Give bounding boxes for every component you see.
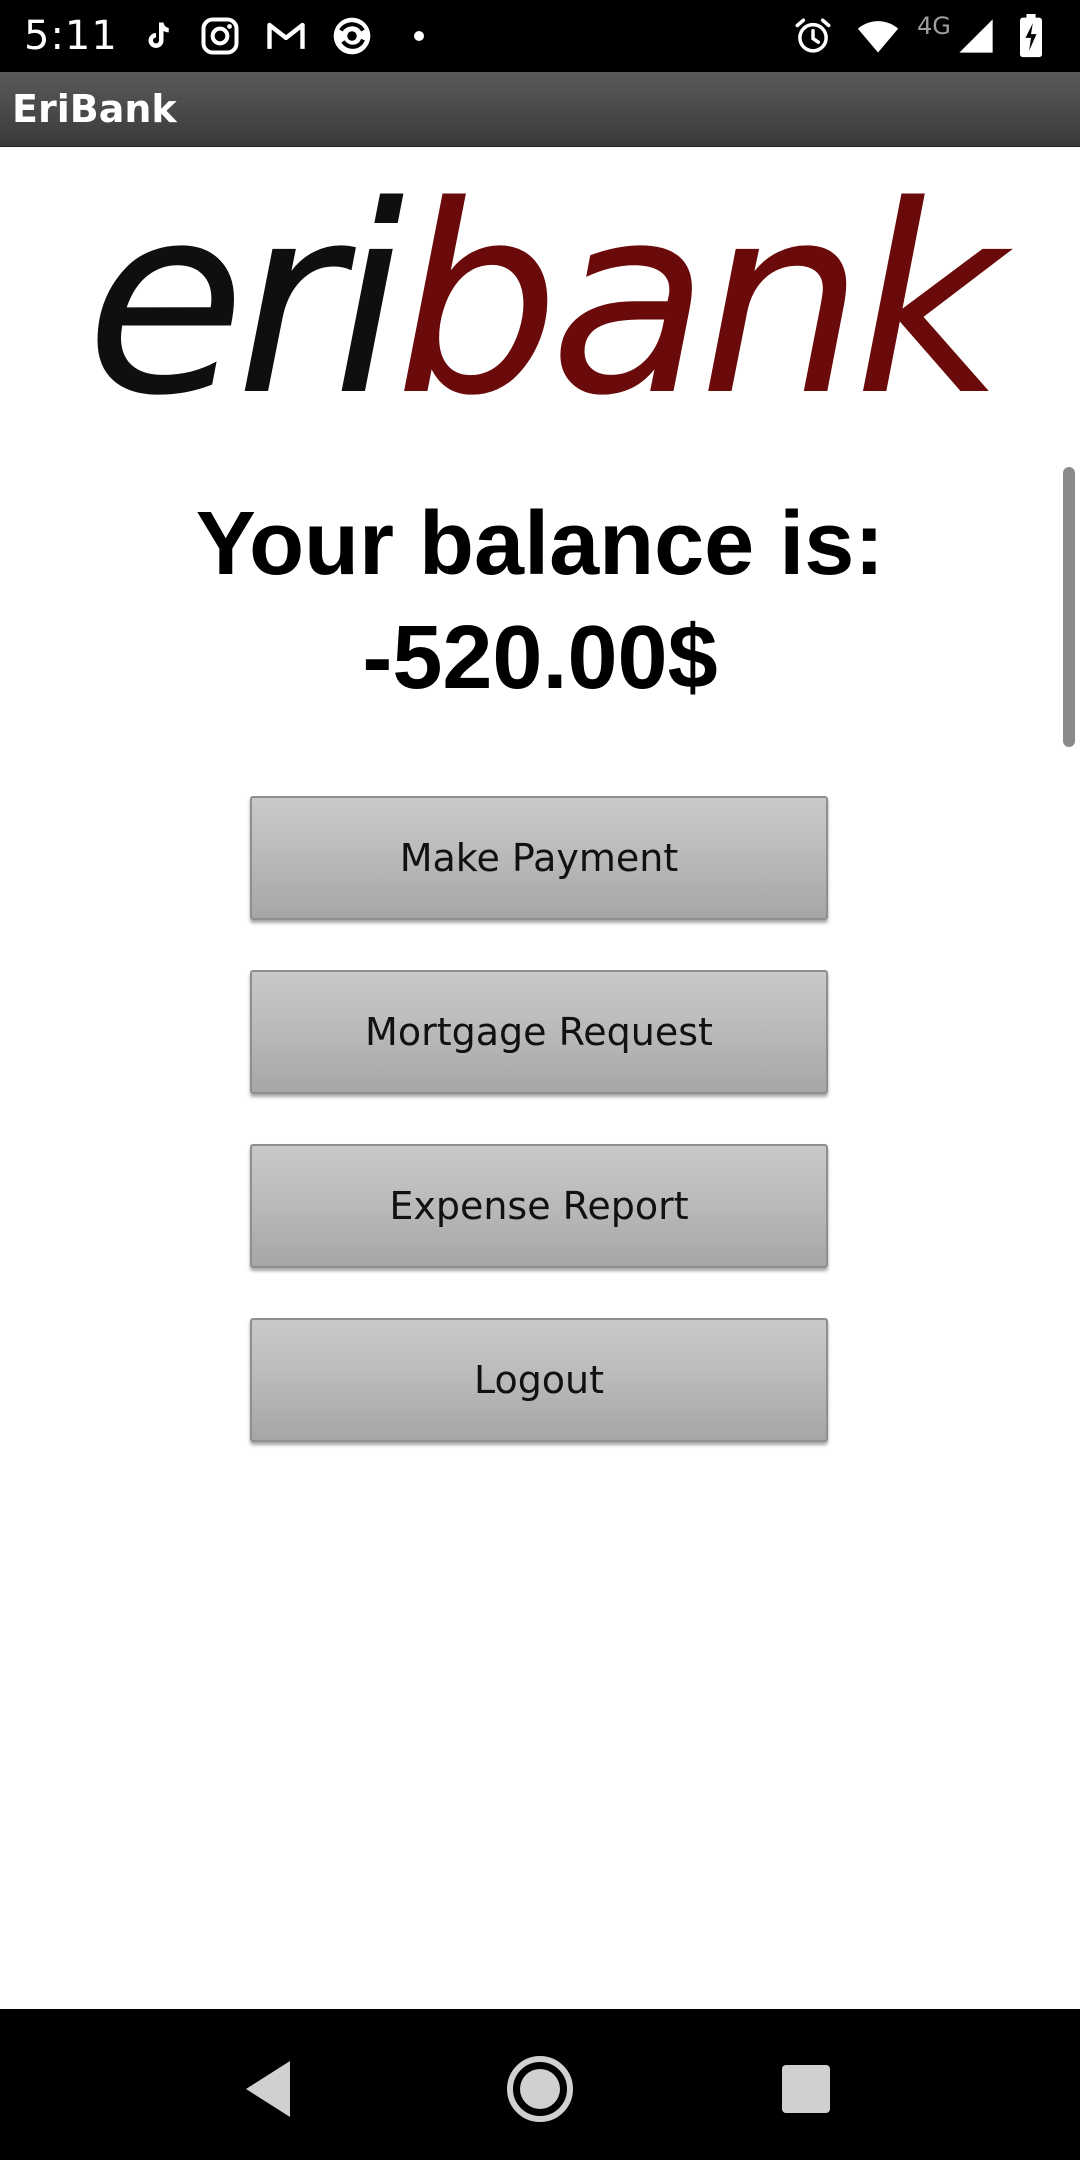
alarm-icon <box>792 14 834 58</box>
home-icon[interactable] <box>500 2049 580 2129</box>
notification-dot-icon <box>412 14 426 58</box>
status-bar: 5:11 4G <box>0 0 1080 72</box>
signal-icon <box>956 14 996 58</box>
balance-amount: -520.00$ <box>362 608 718 708</box>
mortgage-request-button[interactable]: Mortgage Request <box>250 970 828 1094</box>
balance-display: Your balance is: -520.00$ <box>0 487 1080 715</box>
instagram-icon <box>198 14 242 58</box>
logo-bank-text: bank <box>394 151 1005 453</box>
eribank-logo: eribank <box>0 172 1080 432</box>
logout-button[interactable]: Logout <box>250 1318 828 1442</box>
recents-icon[interactable] <box>766 2049 846 2129</box>
expense-report-button[interactable]: Expense Report <box>250 1144 828 1268</box>
gmail-icon <box>264 14 308 58</box>
tiktok-icon <box>138 14 174 58</box>
wifi-icon <box>852 14 904 58</box>
balance-label: Your balance is: <box>195 494 885 594</box>
action-bar: EriBank <box>0 72 1080 147</box>
app-title: EriBank <box>12 87 177 131</box>
network-type-label: 4G <box>917 12 951 40</box>
browser-icon <box>328 14 376 58</box>
logo-eri-text: eri <box>85 151 405 453</box>
status-time: 5:11 <box>24 13 118 59</box>
navigation-bar <box>0 2009 1080 2160</box>
main-content: eribank Your balance is: -520.00$ Make P… <box>0 147 1080 2009</box>
battery-charging-icon <box>1016 14 1046 58</box>
back-icon[interactable] <box>230 2049 310 2129</box>
make-payment-button[interactable]: Make Payment <box>250 796 828 920</box>
scrollbar[interactable] <box>1063 467 1075 747</box>
